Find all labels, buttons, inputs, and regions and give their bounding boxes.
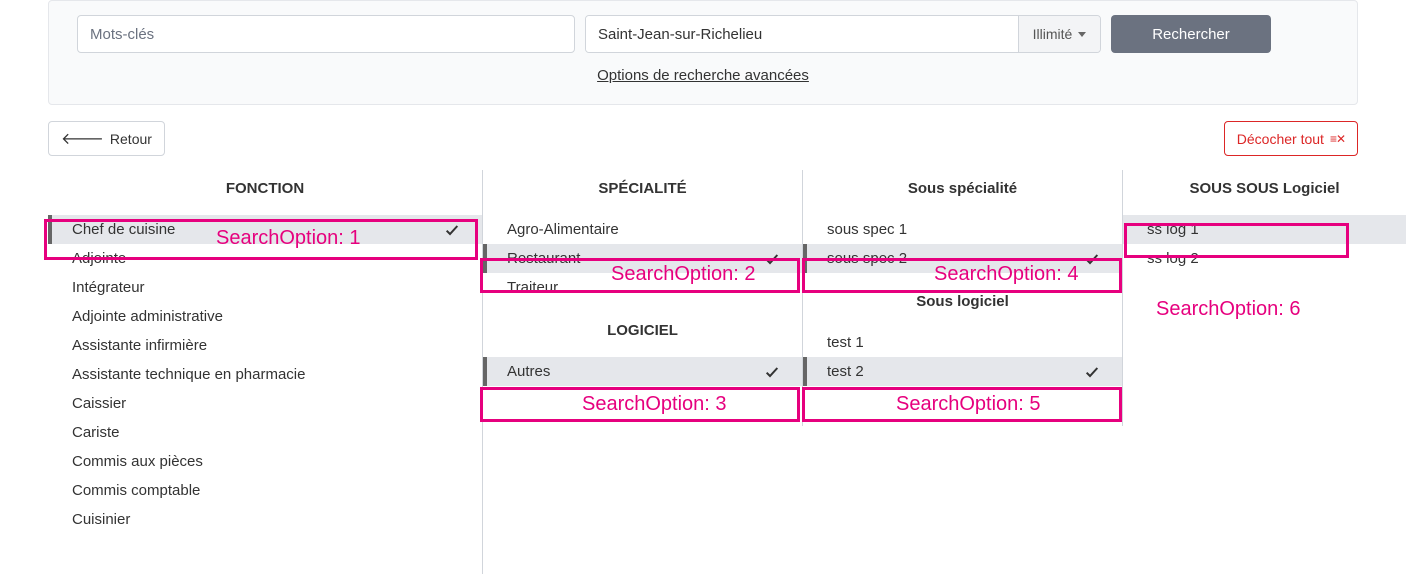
chevron-down-icon (1078, 32, 1086, 37)
list-item[interactable]: ss log 2 (1123, 244, 1406, 273)
distance-label: Illimité (1033, 26, 1073, 42)
advanced-options-link[interactable]: Options de recherche avancées (597, 67, 809, 84)
list-item[interactable]: Assistante technique en pharmacie (48, 360, 482, 389)
list-item[interactable]: Chef de cuisine (48, 215, 482, 244)
list-item-label: Commis comptable (72, 482, 200, 499)
search-button[interactable]: Rechercher (1111, 15, 1271, 53)
uncheck-icon: ≡✕ (1330, 132, 1345, 146)
list-item[interactable]: Intégrateur (48, 273, 482, 302)
column-fonction: FONCTION Chef de cuisine Adjointe Intégrat… (48, 170, 483, 574)
search-bar: Illimité Rechercher Options de recherche… (48, 0, 1358, 105)
list-item-label: Adjointe (72, 250, 126, 267)
list-item-label: Cuisinier (72, 511, 130, 528)
advanced-options-wrap: Options de recherche avancées (77, 67, 1329, 84)
column-header-sous-specialite: Sous spécialité (803, 170, 1122, 215)
location-input[interactable] (586, 16, 1018, 52)
column-sous-sous-logiciel: SOUS SOUS Logiciel ss log 1 ss log 2 (1123, 170, 1406, 313)
list-item-label: Agro-Alimentaire (507, 221, 619, 238)
column-header-fonction: FONCTION (48, 170, 482, 215)
list-item[interactable]: test 1 (803, 328, 1122, 357)
list-item[interactable]: Adjointe administrative (48, 302, 482, 331)
search-row: Illimité Rechercher (77, 15, 1329, 53)
column-specialite: SPÉCIALITÉ Agro-Alimentaire Restaurant Tra… (483, 170, 803, 426)
list-item-label: Adjointe administrative (72, 308, 223, 325)
distance-select[interactable]: Illimité (1018, 16, 1100, 52)
check-icon (1084, 251, 1100, 267)
sous-specialite-list: sous spec 1 sous spec 2 (803, 215, 1122, 273)
toolbar: 🡐 Retour Décocher tout ≡✕ (48, 121, 1358, 156)
list-item-label: Intégrateur (72, 279, 145, 296)
list-item[interactable]: Cariste (48, 418, 482, 447)
keywords-input[interactable] (77, 15, 575, 53)
list-item-label: Assistante infirmière (72, 337, 207, 354)
list-item[interactable]: test 2 (803, 357, 1122, 386)
check-icon (1084, 364, 1100, 380)
check-icon (764, 364, 780, 380)
list-item-label: Commis aux pièces (72, 453, 203, 470)
list-item[interactable]: Assistante infirmière (48, 331, 482, 360)
list-item[interactable]: Restaurant (483, 244, 802, 273)
list-item-label: Restaurant (507, 250, 580, 267)
list-item-label: ss log 1 (1147, 221, 1199, 238)
column-header-specialite: SPÉCIALITÉ (483, 170, 802, 215)
list-item-label: Autres (507, 363, 550, 380)
sous-logiciel-list: test 1 test 2 (803, 328, 1122, 386)
list-item-label: sous spec 1 (827, 221, 907, 238)
back-button[interactable]: 🡐 Retour (48, 121, 165, 156)
back-label: Retour (110, 131, 152, 147)
column-header-logiciel: LOGICIEL (483, 302, 802, 357)
uncheck-all-button[interactable]: Décocher tout ≡✕ (1224, 121, 1358, 156)
fonction-list: Chef de cuisine Adjointe Intégrateur Adjoin… (48, 215, 482, 534)
list-item-label: Assistante technique en pharmacie (72, 366, 305, 383)
list-item[interactable]: Commis comptable (48, 476, 482, 505)
list-item-label: Cariste (72, 424, 120, 441)
column-header-sous-logiciel: Sous logiciel (803, 273, 1122, 328)
check-icon (764, 251, 780, 267)
list-item-label: test 2 (827, 363, 864, 380)
columns-container: FONCTION Chef de cuisine Adjointe Intégrat… (48, 170, 1406, 574)
column-sous-specialite: Sous spécialité sous spec 1 sous spec 2 S… (803, 170, 1123, 426)
list-item[interactable]: ss log 1 (1123, 215, 1406, 244)
list-item-label: Traiteur (507, 279, 558, 296)
column-header-sssl: SOUS SOUS Logiciel (1123, 170, 1406, 215)
list-item[interactable]: Traiteur (483, 273, 802, 302)
list-item[interactable]: sous spec 1 (803, 215, 1122, 244)
list-item-label: sous spec 2 (827, 250, 907, 267)
list-item-label: Caissier (72, 395, 126, 412)
list-item[interactable]: sous spec 2 (803, 244, 1122, 273)
uncheck-label: Décocher tout (1237, 131, 1324, 147)
list-item[interactable]: Cuisinier (48, 505, 482, 534)
list-item[interactable]: Caissier (48, 389, 482, 418)
list-item-label: Chef de cuisine (72, 221, 175, 238)
logiciel-list: Autres (483, 357, 802, 386)
specialite-list: Agro-Alimentaire Restaurant Traiteur (483, 215, 802, 302)
list-item[interactable]: Commis aux pièces (48, 447, 482, 476)
list-item-label: ss log 2 (1147, 250, 1199, 267)
sssl-list: ss log 1 ss log 2 (1123, 215, 1406, 273)
location-group: Illimité (585, 15, 1101, 53)
list-item[interactable]: Autres (483, 357, 802, 386)
list-item-label: test 1 (827, 334, 864, 351)
list-item[interactable]: Agro-Alimentaire (483, 215, 802, 244)
list-item[interactable]: Adjointe (48, 244, 482, 273)
check-icon (444, 222, 460, 238)
arrow-left-icon: 🡐 (61, 128, 104, 149)
